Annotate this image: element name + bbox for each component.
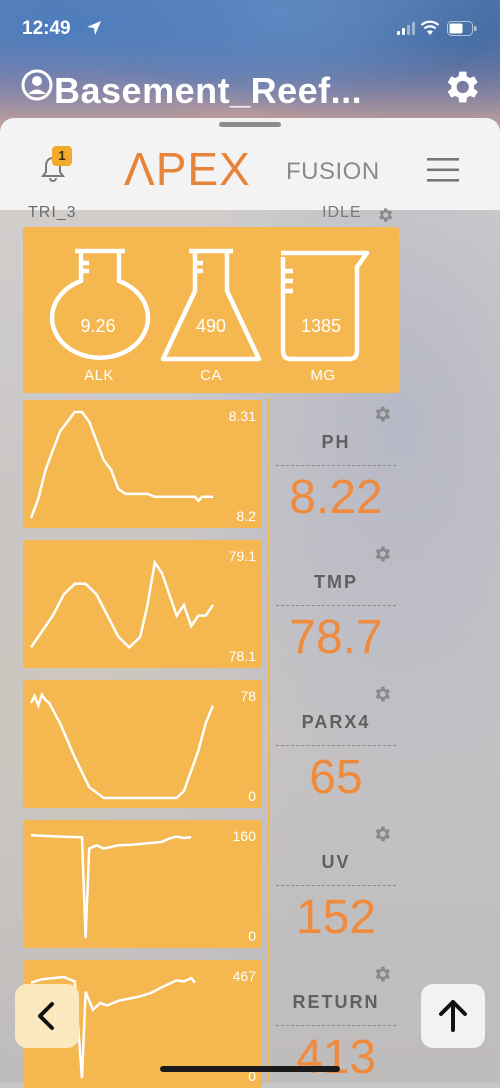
tmp-gear-icon[interactable] [372,544,392,569]
settings-gear-icon[interactable] [440,66,482,113]
trident-tile[interactable]: 9.26 490 1385 ALK CA MG [23,227,399,393]
tmp-value: 78.7 [289,611,383,664]
status-bar: 12:49 [0,0,500,60]
return-name: RETURN [292,992,380,1012]
ph-axis-min: 8.2 [236,508,256,524]
ca-flask-icon [160,248,262,362]
module-state: IDLE [322,204,362,221]
module-name: TRI_3 [28,204,77,221]
hamburger-menu-icon[interactable] [427,157,459,188]
tmp-axis-min: 78.1 [228,648,256,664]
parx4-trace [29,691,215,800]
uv-axis-max: 160 [232,828,256,844]
tmp-name: TMP [314,572,358,592]
parx4-chart[interactable]: 78 0 [23,680,262,808]
parx4-gear-icon[interactable] [372,684,392,709]
arrow-up-icon [439,1000,467,1032]
alk-value: 9.26 [80,316,116,336]
scroll-to-top-button[interactable] [421,984,485,1048]
parx4-rule [276,745,396,746]
ph-rule [276,465,396,466]
ph-value: 8.22 [289,471,383,524]
chevron-left-icon [38,1002,54,1030]
location-icon [86,20,102,41]
home-indicator [160,1066,340,1072]
notification-count-badge: 1 [52,146,72,166]
user-icon[interactable] [20,68,54,107]
fusion-logo: FUSION [286,158,380,185]
ph-axis-max: 8.31 [228,408,256,424]
return-rule [276,1025,396,1026]
parx4-axis-min: 0 [248,788,256,804]
uv-axis-min: 0 [248,928,256,944]
tmp-axis-max: 79.1 [228,548,256,564]
ph-gear-icon[interactable] [372,404,392,429]
uv-name: UV [321,852,351,872]
parx4-axis-max: 78 [240,688,256,704]
ph-chart[interactable]: 8.31 8.2 [23,400,262,528]
parx4-name: PARX4 [301,712,371,732]
sheet-handle[interactable] [219,122,281,127]
tmp-chart[interactable]: 79.1 78.1 [23,540,262,668]
return-axis-max: 467 [232,968,256,984]
mg-beaker-icon [280,250,370,362]
ca-label: CA [200,367,222,384]
alk-label: ALK [84,367,114,384]
wifi-icon [420,20,440,41]
uv-gear-icon[interactable] [372,824,392,849]
back-button[interactable] [15,984,79,1048]
ca-value: 490 [195,316,227,336]
mg-value: 1385 [300,316,342,336]
uv-value: 152 [295,891,377,944]
uv-rule [276,885,396,886]
parx4-value: 65 [309,751,363,804]
uv-chart[interactable]: 160 0 [23,820,262,948]
signal-icon [397,22,415,40]
uv-trace [30,834,192,939]
battery-icon [447,21,477,41]
alk-flask-icon [49,248,151,360]
apex-logo: ΛPEX [124,143,251,195]
system-name[interactable]: Basement_Reef... [54,70,362,112]
module-gear-icon[interactable] [376,206,394,229]
mg-label: MG [310,367,336,384]
column-divider [268,398,270,1083]
tmp-trace [29,559,215,650]
return-gear-icon[interactable] [372,964,392,989]
ph-trace [29,410,213,519]
return-value: 413 [295,1031,377,1084]
status-time: 12:49 [22,18,71,39]
ph-name: PH [321,432,351,452]
tmp-rule [276,605,396,606]
